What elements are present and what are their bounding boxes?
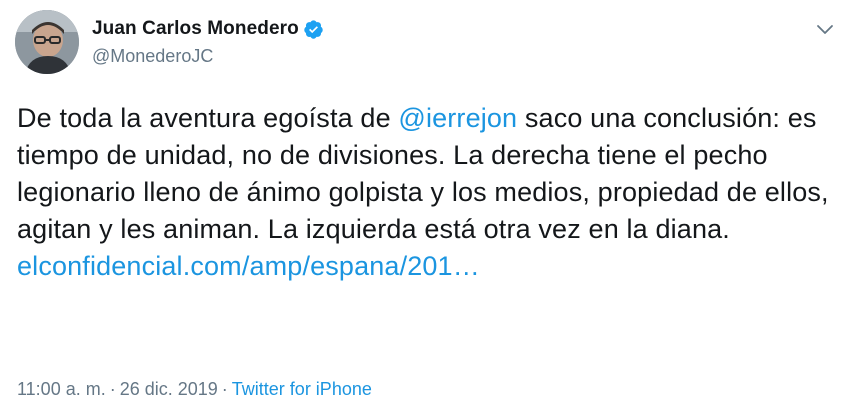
author-name[interactable]: Juan Carlos Monedero xyxy=(92,18,299,40)
tweet-card: Juan Carlos Monedero @MonederoJC De toda… xyxy=(0,0,850,412)
avatar-image xyxy=(15,10,79,74)
verified-badge-icon xyxy=(303,19,324,40)
tweet-text-part: De toda la aventura egoísta de xyxy=(17,103,399,133)
tweet-meta: 11:00 a. m. · 26 dic. 2019 · Twitter for iPh… xyxy=(17,379,372,400)
meta-separator: · xyxy=(109,379,116,399)
article-link[interactable]: elconfidencial.com/amp/espana/201… xyxy=(17,251,480,281)
user-info: Juan Carlos Monedero @MonederoJC xyxy=(92,16,324,67)
meta-separator: · xyxy=(221,379,228,399)
author-handle[interactable]: @MonederoJC xyxy=(92,46,324,67)
tweet-time[interactable]: 11:00 a. m. xyxy=(17,379,106,399)
tweet-text: De toda la aventura egoísta de @ierrejon… xyxy=(17,100,837,285)
name-row: Juan Carlos Monedero xyxy=(92,16,324,42)
tweet-source-link[interactable]: Twitter for iPhone xyxy=(232,379,372,399)
tweet-date[interactable]: 26 dic. 2019 xyxy=(120,379,218,399)
mention-link[interactable]: @ierrejon xyxy=(398,103,517,133)
user-avatar[interactable] xyxy=(15,10,79,74)
chevron-down-icon[interactable] xyxy=(814,18,836,40)
